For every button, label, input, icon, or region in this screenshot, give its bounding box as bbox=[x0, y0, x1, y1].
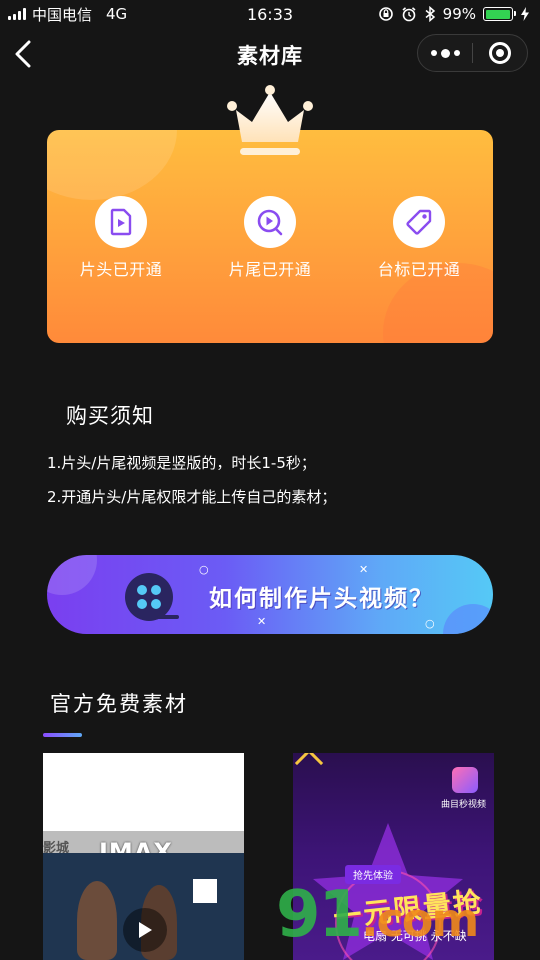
perk-label: 片头已开通 bbox=[79, 260, 163, 279]
notice-line: 1.片头/片尾视频是竖版的，时长1-5秒； bbox=[47, 454, 316, 472]
notice-title: 购买须知 bbox=[66, 404, 154, 428]
section-underline bbox=[43, 733, 82, 737]
network-label: 4G bbox=[106, 5, 128, 23]
nav-bar: 素材库 bbox=[0, 28, 540, 80]
battery-fill bbox=[485, 9, 511, 19]
rotation-lock-icon bbox=[378, 7, 393, 21]
carrier-label: 中国电信 bbox=[32, 5, 93, 24]
promo-tag: 抢先体验 bbox=[345, 865, 401, 884]
perk-label: 台标已开通 bbox=[377, 260, 461, 279]
document-play-icon bbox=[95, 196, 147, 248]
promo-subtitle: 电扇 无可挑 永不缺 bbox=[363, 929, 467, 943]
battery-icon bbox=[483, 7, 516, 21]
tutorial-banner[interactable]: ○ ✕ ✕ ○ 如何制作片头视频？ bbox=[47, 555, 493, 634]
target-circle-icon[interactable] bbox=[473, 35, 527, 71]
bluetooth-icon bbox=[425, 6, 435, 22]
perk-outro[interactable]: 片尾已开通 bbox=[210, 196, 330, 280]
perk-logo[interactable]: 台标已开通 bbox=[359, 196, 479, 280]
banner-text: 如何制作片头视频？ bbox=[209, 586, 434, 612]
status-left: 中国电信 4G bbox=[8, 4, 127, 25]
play-icon[interactable] bbox=[123, 908, 167, 952]
tag-icon bbox=[393, 196, 445, 248]
vip-status-card: 片头已开通 片尾已开通 台标已开通 bbox=[47, 130, 493, 343]
mini-program-capsule bbox=[417, 34, 528, 72]
thumb-person bbox=[77, 881, 117, 960]
charging-icon bbox=[521, 7, 529, 21]
video-play-icon bbox=[244, 196, 296, 248]
thumb-qr bbox=[193, 879, 217, 903]
logo-text: 曲目秒视频 bbox=[440, 800, 486, 810]
thumb-corner-deco bbox=[294, 753, 324, 778]
perk-intro[interactable]: 片头已开通 bbox=[61, 196, 181, 280]
app-logo-icon bbox=[452, 767, 478, 793]
battery-percent: 99% bbox=[442, 5, 476, 23]
status-right: 99% bbox=[378, 5, 530, 23]
status-bar: 中国电信 4G 16:33 99% bbox=[0, 0, 540, 28]
notice-line: 2.开通片头/片尾权限才能上传自己的素材； bbox=[47, 488, 337, 506]
crown-icon bbox=[227, 85, 313, 155]
film-reel-icon bbox=[125, 573, 179, 621]
material-thumbnail[interactable]: 曲目秒视频 抢先体验 一元限量抢 电扇 无可挑 永不缺 bbox=[293, 753, 494, 960]
section-title: 官方免费素材 bbox=[50, 692, 188, 716]
signal-icon bbox=[8, 8, 26, 20]
perk-label: 片尾已开通 bbox=[228, 260, 312, 279]
alarm-icon bbox=[402, 7, 416, 22]
more-dots-icon[interactable] bbox=[418, 35, 472, 71]
